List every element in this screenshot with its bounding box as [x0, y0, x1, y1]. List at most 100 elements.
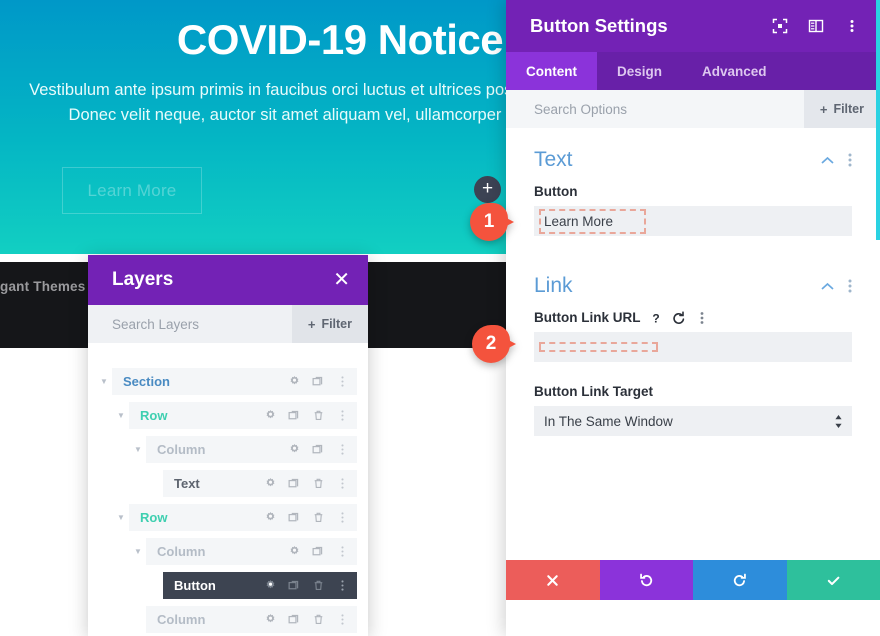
- trash-icon[interactable]: [312, 613, 325, 626]
- layer-row-body[interactable]: Column: [146, 538, 357, 565]
- layer-row-body[interactable]: Column: [146, 606, 357, 633]
- layers-title: Layers: [112, 269, 174, 290]
- settings-header: Button Settings: [506, 0, 880, 52]
- button-settings-panel: Button Settings Content Design Advanced …: [506, 0, 880, 636]
- link-section-header[interactable]: Link: [534, 262, 852, 310]
- layer-row-body[interactable]: Button: [163, 572, 357, 599]
- duplicate-icon[interactable]: [312, 375, 325, 388]
- trash-icon[interactable]: [312, 511, 325, 524]
- layer-row-row[interactable]: ▼ Row: [88, 501, 368, 534]
- caret-down-icon[interactable]: ▼: [130, 547, 146, 556]
- kebab-icon[interactable]: [336, 613, 349, 626]
- button-link-target-value: In The Same Window: [544, 413, 673, 429]
- layer-row-icons: [288, 443, 349, 456]
- button-text-input[interactable]: Learn More: [534, 206, 852, 236]
- layer-row-column[interactable]: ▼ Column: [88, 535, 368, 568]
- duplicate-icon[interactable]: [288, 613, 301, 626]
- gear-icon[interactable]: [264, 477, 277, 490]
- text-section-header[interactable]: Text: [534, 136, 852, 184]
- chevron-up-icon[interactable]: [821, 156, 834, 165]
- gear-icon[interactable]: [264, 511, 277, 524]
- button-text-value: Learn More: [539, 208, 646, 234]
- caret-down-icon[interactable]: ▼: [96, 377, 112, 386]
- layers-modal-header: Layers ✕: [88, 255, 368, 305]
- kebab-icon[interactable]: [336, 375, 349, 388]
- layer-row-icons: [264, 477, 349, 490]
- caret-down-icon[interactable]: ▼: [113, 513, 129, 522]
- tab-advanced[interactable]: Advanced: [682, 52, 787, 90]
- duplicate-icon[interactable]: [288, 409, 301, 422]
- help-icon[interactable]: ?: [649, 311, 663, 325]
- settings-filter-button[interactable]: + Filter: [803, 90, 880, 128]
- text-section-controls: [821, 153, 852, 167]
- kebab-icon[interactable]: [844, 18, 860, 34]
- trash-icon[interactable]: [312, 477, 325, 490]
- gear-icon[interactable]: [264, 579, 277, 592]
- duplicate-icon[interactable]: [312, 443, 325, 456]
- footer-bar-text: gant Themes|: [0, 279, 96, 294]
- kebab-icon[interactable]: [336, 409, 349, 422]
- tab-design[interactable]: Design: [597, 52, 682, 90]
- layer-row-column[interactable]: ▼ Column: [88, 433, 368, 466]
- plus-icon: +: [307, 316, 316, 332]
- duplicate-icon[interactable]: [312, 545, 325, 558]
- add-module-button[interactable]: +: [474, 176, 501, 203]
- layer-row-column[interactable]: Column: [88, 603, 368, 636]
- kebab-icon[interactable]: [336, 443, 349, 456]
- kebab-icon[interactable]: [336, 545, 349, 558]
- duplicate-icon[interactable]: [288, 477, 301, 490]
- layer-label: Row: [140, 408, 168, 423]
- gear-icon[interactable]: [288, 375, 301, 388]
- settings-scrollbar[interactable]: [876, 0, 880, 240]
- layer-row-body[interactable]: Row: [129, 504, 357, 531]
- save-button[interactable]: [786, 560, 880, 600]
- layer-row-body[interactable]: Row: [129, 402, 357, 429]
- cancel-button[interactable]: [506, 560, 600, 600]
- search-layers-input[interactable]: Search Layers: [112, 317, 199, 332]
- chevron-up-icon[interactable]: [821, 282, 834, 291]
- layer-row-icons: [288, 375, 349, 388]
- duplicate-icon[interactable]: [288, 511, 301, 524]
- kebab-icon[interactable]: [336, 511, 349, 524]
- layer-row-button[interactable]: Button: [88, 569, 368, 602]
- text-section-title: Text: [534, 148, 573, 171]
- expand-icon[interactable]: [772, 18, 788, 34]
- kebab-icon[interactable]: [336, 477, 349, 490]
- page-title: Button Settings: [530, 15, 668, 36]
- layout-icon[interactable]: [808, 18, 824, 34]
- layers-filter-label: Filter: [321, 317, 352, 331]
- layers-filter-button[interactable]: + Filter: [291, 305, 368, 343]
- caret-down-icon[interactable]: ▼: [113, 411, 129, 420]
- layer-row-section[interactable]: ▼ Section: [88, 365, 368, 398]
- tab-content[interactable]: Content: [506, 52, 597, 90]
- layer-row-body[interactable]: Section: [112, 368, 357, 395]
- reset-icon[interactable]: [672, 310, 686, 325]
- callout-number-1: 1: [470, 203, 508, 241]
- button-link-url-input[interactable]: [534, 332, 852, 362]
- close-icon[interactable]: ✕: [333, 270, 350, 290]
- link-section-controls: [821, 279, 852, 293]
- layer-row-body[interactable]: Text: [163, 470, 357, 497]
- caret-down-icon[interactable]: ▼: [130, 445, 146, 454]
- kebab-icon[interactable]: [848, 279, 852, 293]
- layer-row-body[interactable]: Column: [146, 436, 357, 463]
- redo-button[interactable]: [693, 560, 787, 600]
- gear-icon[interactable]: [264, 613, 277, 626]
- gear-icon[interactable]: [288, 443, 301, 456]
- trash-icon[interactable]: [312, 409, 325, 422]
- hero-learn-more-button[interactable]: Learn More: [62, 167, 202, 214]
- callout-number-2: 2: [472, 325, 510, 363]
- kebab-icon[interactable]: [848, 153, 852, 167]
- gear-icon[interactable]: [288, 545, 301, 558]
- trash-icon[interactable]: [312, 579, 325, 592]
- undo-button[interactable]: [599, 560, 693, 600]
- button-link-target-select[interactable]: In The Same Window: [534, 406, 852, 436]
- search-options-input[interactable]: Search Options: [534, 102, 627, 117]
- layers-tree: ▼ Section ▼ Row ▼ Column Text ▼ Row ▼ Column Button…: [88, 343, 368, 636]
- gear-icon[interactable]: [264, 409, 277, 422]
- duplicate-icon[interactable]: [288, 579, 301, 592]
- layer-row-row[interactable]: ▼ Row: [88, 399, 368, 432]
- layer-row-text[interactable]: Text: [88, 467, 368, 500]
- kebab-icon[interactable]: [695, 311, 709, 325]
- kebab-icon[interactable]: [336, 579, 349, 592]
